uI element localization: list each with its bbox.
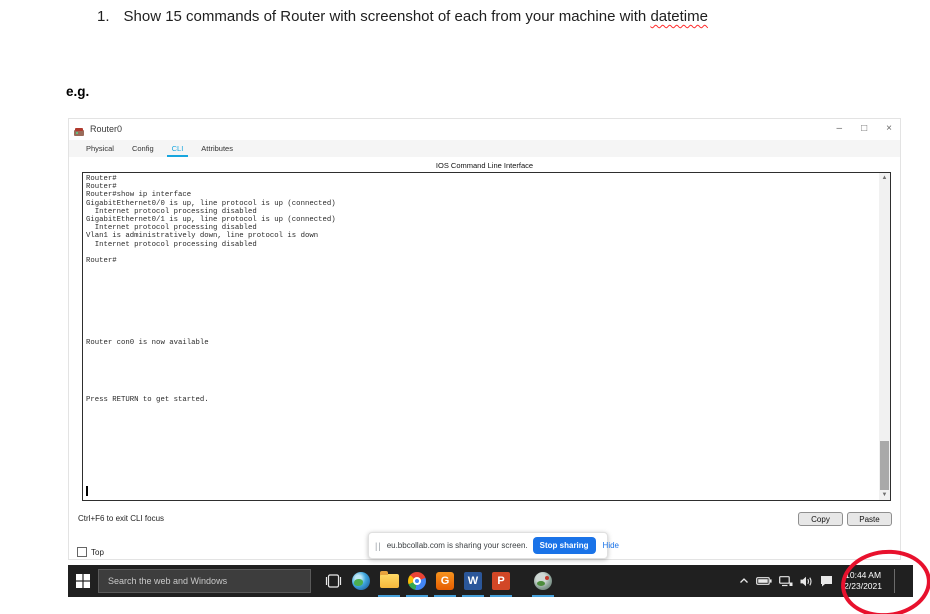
taskbar-clock[interactable]: 10:44 AM 2/23/2021 [844,570,882,591]
speaker-icon [800,576,813,587]
windows-taskbar: Search the web and Windows G [68,565,913,597]
windows-logo-icon [76,574,90,588]
hide-link[interactable]: Hide [603,541,619,550]
packet-tracer-router-icon [74,124,85,134]
search-placeholder-text: Search the web and Windows [108,576,227,586]
heading-number: 1. [97,8,110,25]
chrome-button[interactable] [403,565,431,597]
globe-browser-icon [352,572,370,590]
copy-button[interactable]: Copy [798,512,843,526]
battery-icon [756,576,772,586]
show-desktop-button[interactable] [902,565,909,597]
tray-divider [894,569,895,593]
packet-tracer-icon [534,572,552,590]
scrollbar-up-icon[interactable]: ▲ [879,173,890,183]
stop-sharing-button[interactable]: Stop sharing [533,537,596,554]
cli-focus-hint: Ctrl+F6 to exit CLI focus [78,514,164,523]
router0-window: Router0 – □ × Physical Config CLI Attrib… [68,118,901,560]
powerpoint-button[interactable]: P [487,565,515,597]
tab-attributes[interactable]: Attributes [192,140,242,157]
heading-misspelled-word: datetime [650,8,708,25]
g-app-button[interactable]: G [431,565,459,597]
volume-tray-button[interactable] [800,576,813,587]
cli-terminal[interactable]: Router# Router# Router#show ip interface… [82,172,891,501]
ethernet-network-icon [779,576,793,587]
file-explorer-icon [380,574,399,588]
network-tray-button[interactable] [779,576,793,587]
cli-panel-title: IOS Command Line Interface [69,161,900,170]
system-tray: 10:44 AM 2/23/2021 [739,565,913,597]
cli-cursor [86,486,88,496]
cli-terminal-text: Router# Router# Router#show ip interface… [83,173,890,407]
tab-config[interactable]: Config [123,140,163,157]
assignment-heading: 1. Show 15 commands of Router with scree… [97,8,708,25]
browser-globe-button[interactable] [347,565,375,597]
drag-handle-icon[interactable]: || [375,541,382,551]
chrome-icon [408,572,426,590]
minimize-button[interactable]: – [837,124,843,134]
taskbar-app-icons: G W P [319,565,557,597]
device-tabbar: Physical Config CLI Attributes [69,140,900,157]
top-checkbox-row: Top [77,547,104,557]
tab-cli[interactable]: CLI [163,140,193,157]
hidden-icons-button[interactable] [739,577,749,585]
scrollbar-down-icon[interactable]: ▼ [879,490,890,500]
close-button[interactable]: × [886,124,892,134]
top-checkbox-label: Top [91,548,104,557]
task-view-icon [325,574,342,588]
window-controls: – □ × [837,119,892,139]
terminal-scrollbar[interactable]: ▲ ▼ [879,173,890,500]
action-center-button[interactable] [820,575,833,587]
word-icon: W [464,572,482,590]
top-checkbox[interactable] [77,547,87,557]
tab-physical[interactable]: Physical [77,140,123,157]
tray-time: 10:44 AM [844,570,882,581]
sharing-message: eu.bbcollab.com is sharing your screen. [387,541,528,550]
chevron-up-icon [739,577,749,585]
document-page: 1. Show 15 commands of Router with scree… [0,0,930,614]
heading-text: Show 15 commands of Router with screensh… [124,8,708,25]
paste-button[interactable]: Paste [847,512,892,526]
action-center-icon [820,575,833,587]
powerpoint-icon: P [492,572,510,590]
screen-sharing-bar: || eu.bbcollab.com is sharing your scree… [368,532,608,559]
window-titlebar: Router0 – □ × [69,119,900,139]
task-view-button[interactable] [319,565,347,597]
packet-tracer-button[interactable] [529,565,557,597]
g-app-icon: G [436,572,454,590]
taskbar-search-input[interactable]: Search the web and Windows [98,569,311,593]
example-label: e.g. [66,84,89,99]
tray-date: 2/23/2021 [844,581,882,592]
word-button[interactable]: W [459,565,487,597]
maximize-button[interactable]: □ [861,124,867,134]
file-explorer-button[interactable] [375,565,403,597]
start-button[interactable] [68,565,98,597]
window-title: Router0 [90,124,122,134]
scrollbar-thumb[interactable] [880,441,889,490]
battery-tray-button[interactable] [756,576,772,586]
